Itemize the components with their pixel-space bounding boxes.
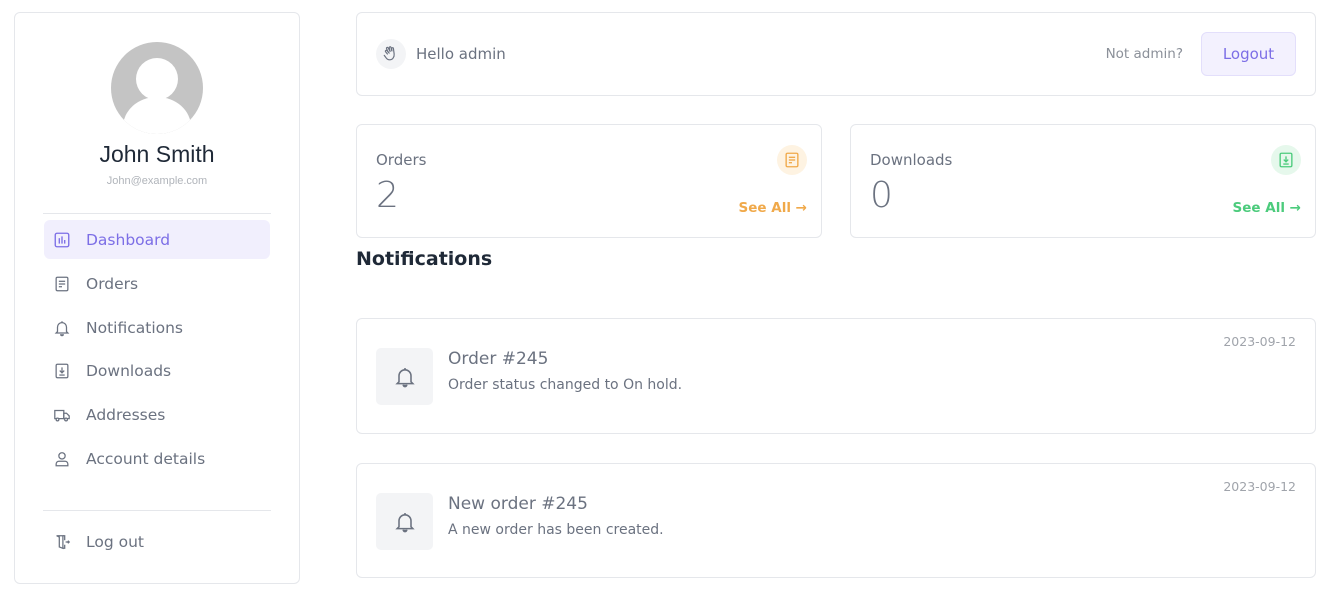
downloads-stat-card: Downloads 0 See All →: [850, 124, 1316, 238]
waving-hand-icon: [376, 39, 406, 69]
orders-stat-card: Orders 2 See All →: [356, 124, 822, 238]
sidebar-item-label: Log out: [86, 532, 144, 551]
sidebar-item-label: Dashboard: [86, 230, 171, 249]
notification-title: New order #245: [448, 494, 588, 514]
document-icon: [52, 274, 72, 294]
sidebar-item-downloads[interactable]: Downloads: [44, 351, 270, 390]
logout-button[interactable]: Logout: [1201, 32, 1296, 76]
notifications-heading: Notifications: [356, 248, 493, 270]
sidebar-item-notifications[interactable]: Notifications: [44, 308, 270, 347]
notification-date: 2023-09-12: [1223, 479, 1296, 494]
stat-label: Orders: [376, 151, 427, 169]
sidebar-item-orders[interactable]: Orders: [44, 264, 270, 303]
user-icon: [52, 449, 72, 469]
orders-see-all-link[interactable]: See All →: [739, 200, 807, 216]
notification-item[interactable]: Order #245 Order status changed to On ho…: [356, 318, 1316, 434]
stat-value: 0: [870, 175, 893, 216]
bell-icon: [376, 348, 433, 405]
greeting-text: Hello admin: [416, 45, 506, 63]
sidebar-divider: [43, 510, 271, 511]
sidebar-item-label: Addresses: [86, 405, 166, 424]
bell-icon: [376, 493, 433, 550]
notification-title: Order #245: [448, 349, 549, 369]
user-email: John@example.com: [106, 175, 208, 187]
sidebar-item-label: Notifications: [86, 318, 184, 337]
notification-date: 2023-09-12: [1223, 334, 1296, 349]
download-icon: [1271, 145, 1301, 175]
downloads-see-all-link[interactable]: See All →: [1233, 200, 1301, 216]
avatar: [111, 42, 203, 134]
sidebar-divider: [43, 213, 271, 214]
bell-icon: [52, 318, 72, 338]
sidebar-item-logout[interactable]: Log out: [44, 522, 270, 561]
sidebar-item-addresses[interactable]: Addresses: [44, 395, 270, 434]
document-icon: [777, 145, 807, 175]
sidebar-item-account-details[interactable]: Account details: [44, 439, 270, 478]
sidebar-item-label: Account details: [86, 449, 206, 468]
notification-description: Order status changed to On hold.: [448, 377, 683, 393]
stat-value: 2: [376, 175, 399, 216]
chart-icon: [52, 230, 72, 250]
sidebar-item-label: Downloads: [86, 361, 172, 380]
not-admin-text: Not admin?: [1105, 46, 1183, 62]
account-sidebar: John Smith John@example.com Dashboard Or…: [14, 12, 300, 584]
greeting-card: Hello admin Not admin? Logout: [356, 12, 1316, 96]
truck-icon: [52, 405, 72, 425]
stat-label: Downloads: [870, 151, 953, 169]
sidebar-item-label: Orders: [86, 274, 139, 293]
download-icon: [52, 361, 72, 381]
notification-description: A new order has been created.: [448, 522, 664, 538]
notification-item[interactable]: New order #245 A new order has been crea…: [356, 463, 1316, 578]
user-name: John Smith: [99, 141, 215, 167]
sidebar-item-dashboard[interactable]: Dashboard: [44, 220, 270, 259]
door-exit-icon: [52, 532, 72, 552]
